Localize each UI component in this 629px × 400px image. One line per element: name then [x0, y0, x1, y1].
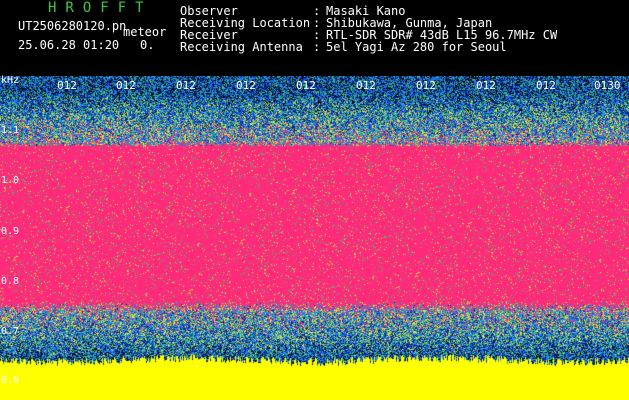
- app-title: HROFFT: [48, 0, 153, 16]
- time-label: 012: [536, 79, 556, 92]
- filename-label: UT2506280120.pn: [18, 19, 127, 33]
- timestamp-label: 25.06.28 01:20: [18, 38, 120, 52]
- y-tick-label: 0.7: [1, 326, 20, 337]
- unit-label: kHz: [1, 75, 20, 86]
- time-label: 012: [416, 79, 436, 92]
- antenna-colon: :: [313, 40, 321, 54]
- time-label: 0130: [594, 79, 621, 92]
- time-label: 012: [356, 79, 376, 92]
- antenna-label: Receiving Antenna: [180, 40, 303, 54]
- time-label: 012: [476, 79, 496, 92]
- y-tick-label: 0.8: [1, 276, 20, 287]
- antenna-value: 5el Yagi Az 280 for Seoul: [326, 40, 507, 54]
- time-label: 012: [116, 79, 136, 92]
- time-label: 012: [176, 79, 196, 92]
- header-panel: HROFFT UT2506280120.pn meteor 25.06.28 0…: [0, 0, 629, 76]
- time-label: 012: [57, 79, 77, 92]
- count-label: 0.: [140, 38, 155, 52]
- y-tick-label: 1.1: [1, 125, 20, 136]
- time-label: 012: [296, 79, 316, 92]
- spectrogram-canvas: [0, 76, 629, 400]
- y-tick-label: 0.6: [1, 375, 20, 386]
- time-label: 012: [236, 79, 256, 92]
- y-tick-label: 0.9: [1, 226, 20, 237]
- y-tick-label: 1.0: [1, 175, 20, 186]
